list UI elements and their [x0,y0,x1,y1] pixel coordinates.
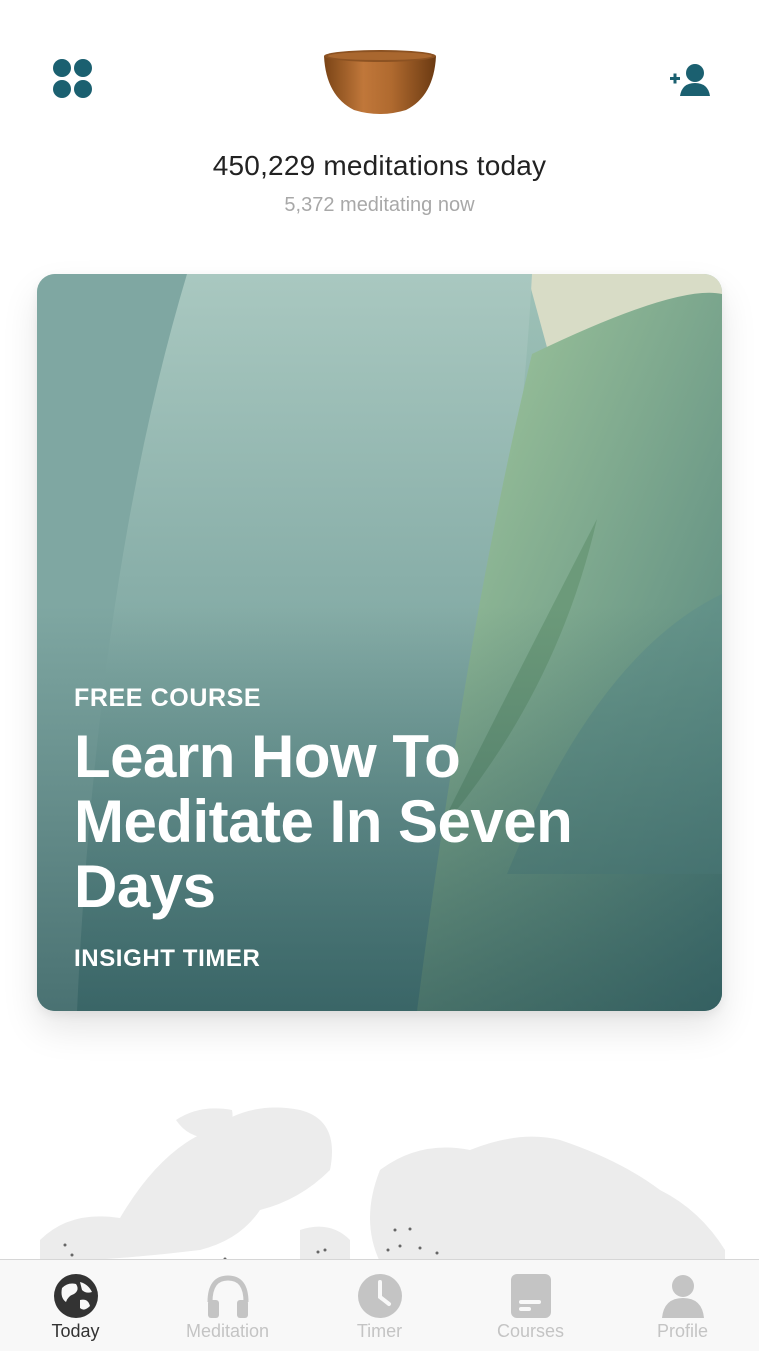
singing-bowl-logo [324,50,436,114]
meditations-today-count: 450,229 meditations today [212,150,547,181]
featured-course-card[interactable]: FREE COURSE Learn How To Meditate In Sev… [37,274,722,1011]
headphones-icon [207,1275,249,1318]
tab-profile[interactable]: Profile [607,1260,758,1351]
course-type-label: FREE COURSE [74,684,262,712]
course-author: INSIGHT TIMER [74,945,261,972]
tab-timer[interactable]: Timer [304,1260,455,1351]
tab-timer-label: Timer [356,1321,403,1341]
tab-today-label: Today [51,1321,100,1341]
bottom-tab-bar: Today Meditation Timer Courses Profile [0,1259,759,1351]
clock-icon [358,1274,402,1318]
apps-grid-icon [53,59,92,98]
add-friend-button[interactable] [668,62,714,98]
add-friend-icon [670,64,710,96]
header: 450,229 meditations today 5,372 meditati… [0,0,759,240]
tab-profile-label: Profile [656,1321,709,1341]
globe-icon [54,1274,98,1318]
tab-courses-label: Courses [496,1321,565,1341]
meditating-now-count: 5,372 meditating now [284,194,475,216]
course-title: Learn How To Meditate In Seven Days [74,723,573,920]
tab-meditation[interactable]: Meditation [152,1260,303,1351]
tab-today[interactable]: Today [0,1260,151,1351]
tab-courses[interactable]: Courses [455,1260,606,1351]
world-map-image [40,1107,725,1262]
person-icon [662,1275,704,1318]
tab-meditation-label: Meditation [185,1321,270,1341]
apps-grid-button[interactable] [52,58,94,100]
course-card-icon [511,1274,551,1318]
